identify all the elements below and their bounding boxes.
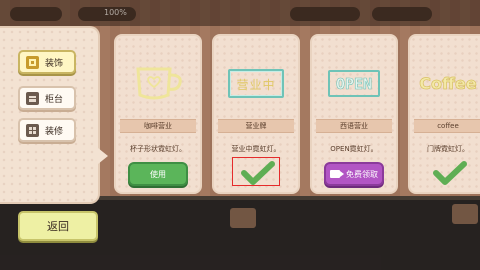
video-icon: [330, 170, 344, 178]
card-title: 咖啡营业: [120, 119, 196, 133]
card-title: coffee: [414, 119, 480, 133]
coffee-cup-neon-icon: [120, 48, 196, 118]
card-description: 营业中霓虹灯。: [231, 145, 281, 153]
card-title: 营业牌: [218, 119, 294, 133]
use-button[interactable]: 使用: [128, 162, 188, 186]
decoration-card[interactable]: Coffee coffee 门牌霓虹灯。: [408, 34, 480, 194]
free-claim-button[interactable]: 免费领取: [324, 162, 384, 186]
sidebar-item-label: 柜台: [45, 94, 64, 105]
open-neon-sign: OPEN: [316, 48, 392, 118]
card-title: 西语营业: [316, 119, 392, 133]
selection-highlight: [232, 157, 280, 186]
decoration-icon: [26, 55, 39, 69]
sidebar-item-label: 装修: [45, 126, 64, 137]
sidebar-item-renovation[interactable]: 装修: [18, 118, 76, 142]
decoration-card[interactable]: OPEN 西语营业 OPEN霓虹灯。 免费领取: [310, 34, 398, 194]
neon-sign-text: Coffee: [419, 73, 477, 93]
decoration-card[interactable]: 咖啡营业 杯子形状霓虹灯。 使用: [114, 34, 202, 194]
card-description: OPEN霓虹灯。: [330, 145, 378, 153]
free-claim-label: 免费领取: [346, 169, 378, 179]
counter-icon: [26, 91, 39, 105]
checkmark-icon: [426, 158, 474, 188]
sidebar-item-decoration[interactable]: 装饰: [18, 50, 76, 74]
renovation-icon: [26, 123, 39, 137]
neon-sign-text: 营业中: [236, 77, 276, 92]
neon-sign-text: OPEN: [335, 74, 373, 93]
use-button-label: 使用: [150, 169, 166, 179]
card-description: 杯子形状霓虹灯。: [130, 145, 186, 153]
open-sign-neon: 营业中: [218, 48, 294, 118]
panel-pointer: [98, 148, 108, 164]
sidebar-item-counter[interactable]: 柜台: [18, 86, 76, 110]
coffee-neon-sign: Coffee: [414, 48, 480, 118]
sidebar-item-label: 装饰: [45, 58, 64, 69]
card-description: 门牌霓虹灯。: [427, 145, 469, 153]
return-button[interactable]: 返回: [18, 211, 98, 241]
return-button-label: 返回: [47, 220, 69, 233]
